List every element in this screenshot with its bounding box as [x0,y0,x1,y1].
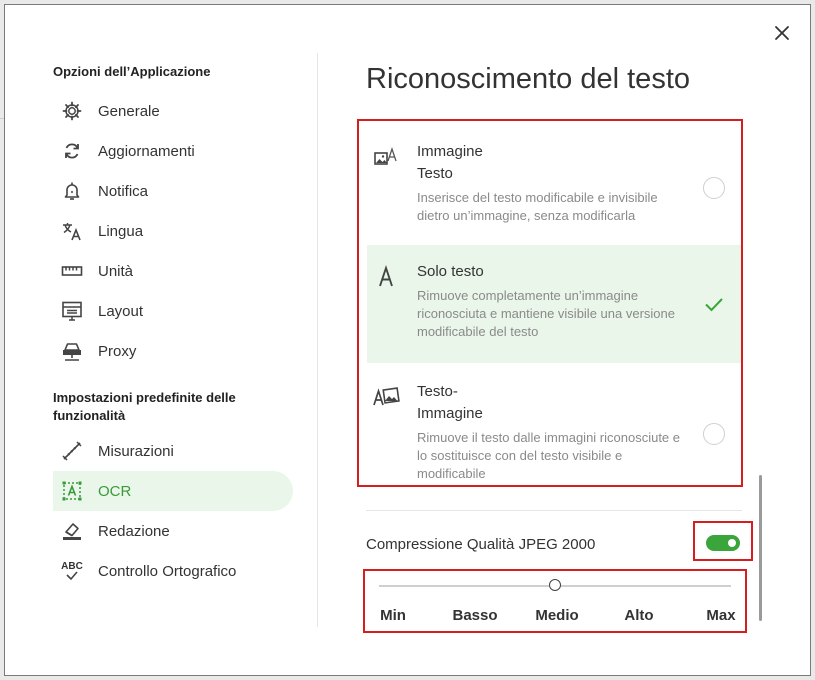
measure-icon [61,440,83,462]
sidebar-item-label: Generale [98,102,160,120]
ruler-icon [61,260,83,282]
spellcheck-icon-label: ABC [61,560,83,572]
option-testo-immagine[interactable]: Testo- Immagine Rimuove il testo dalle i… [367,365,741,483]
ocr-mode-options: Immagine Testo Inserisce del testo modif… [357,119,743,487]
quality-slider-labels: Min Basso Medio Alto Max [365,607,745,627]
option-radio[interactable] [703,177,725,199]
gear-icon [61,100,83,122]
preferences-dialog: Opzioni dell’Applicazione Generale Aggio… [4,4,811,676]
option-title-line1: Immagine [417,143,483,160]
slider-label-medio[interactable]: Medio [535,607,578,624]
sidebar-item-layout[interactable]: Layout [53,291,293,331]
option-title: Testo- Immagine [417,381,483,425]
slider-label-min[interactable]: Min [380,607,406,624]
option-title: Immagine Testo [417,141,483,185]
slider-label-alto[interactable]: Alto [624,607,653,624]
sidebar-item-label: Aggiornamenti [98,142,195,160]
close-icon [775,26,789,40]
sidebar-item-label: OCR [98,482,132,500]
sidebar-item-controllo-ortografico[interactable]: ABC Controllo Ortografico [53,551,293,591]
sidebar-item-label: Redazione [98,522,170,540]
bell-icon [61,180,83,202]
option-title: Solo testo [417,263,484,280]
sidebar-item-lingua[interactable]: Lingua [53,211,293,251]
option-title-line2: Immagine [417,405,483,422]
eraser-icon [61,520,83,542]
sidebar: Opzioni dell’Applicazione Generale Aggio… [53,63,293,591]
sidebar-item-label: Misurazioni [98,442,174,460]
sidebar-item-misurazioni[interactable]: Misurazioni [53,431,293,471]
section-divider [366,510,742,511]
layout-icon [61,300,83,322]
sidebar-item-notifica[interactable]: Notifica [53,171,293,211]
check-icon [705,298,723,312]
section-title-features: Impostazioni predefinite delle funzional… [53,390,236,423]
sidebar-item-redazione[interactable]: Redazione [53,511,293,551]
option-description: Rimuove completamente un’immagine ricono… [417,288,675,339]
sidebar-item-label: Controllo Ortografico [98,562,237,580]
network-icon [61,340,83,362]
sidebar-item-label: Proxy [98,342,137,360]
sidebar-item-proxy[interactable]: Proxy [53,331,293,371]
sidebar-item-label: Unità [98,262,134,280]
option-solo-testo[interactable]: Solo testo Rimuove completamente un’imma… [367,245,741,363]
slider-label-basso[interactable]: Basso [452,607,497,624]
toggle-knob [728,539,736,547]
quality-slider-frame: Min Basso Medio Alto Max [363,569,747,633]
text-image-icon [373,385,401,409]
option-description: Inserisce del testo modificabile e invis… [417,190,658,223]
jpeg-compression-label: Compressione Qualità JPEG 2000 [366,536,596,553]
jpeg-compression-toggle[interactable] [706,535,740,551]
translate-icon [61,220,83,242]
text-only-icon [373,264,401,289]
option-title-line2: Testo [417,165,453,182]
sidebar-item-unita[interactable]: Unità [53,251,293,291]
sidebar-divider [317,53,318,627]
option-immagine-testo[interactable]: Immagine Testo Inserisce del testo modif… [367,125,741,239]
slider-label-max[interactable]: Max [706,607,735,624]
image-text-icon [373,145,401,169]
page-title: Riconoscimento del testo [366,63,690,95]
sidebar-item-label: Notifica [98,182,149,200]
quality-slider-thumb[interactable] [549,579,561,591]
section-title-app: Opzioni dell’Applicazione [53,64,211,79]
scrollbar[interactable] [759,475,762,621]
sidebar-item-ocr[interactable]: OCR [53,471,293,511]
sidebar-item-generale[interactable]: Generale [53,91,293,131]
close-button[interactable] [772,23,792,43]
sidebar-item-label: Lingua [98,222,144,240]
spellcheck-icon: ABC [61,560,83,582]
ocr-icon [61,480,83,502]
refresh-icon [61,140,83,162]
sidebar-item-label: Layout [98,302,144,320]
option-radio[interactable] [703,423,725,445]
jpeg-toggle-frame [693,521,753,561]
sidebar-item-aggiornamenti[interactable]: Aggiornamenti [53,131,293,171]
option-title-line1: Testo- [417,383,458,400]
option-description: Rimuove il testo dalle immagini riconosc… [417,430,681,481]
